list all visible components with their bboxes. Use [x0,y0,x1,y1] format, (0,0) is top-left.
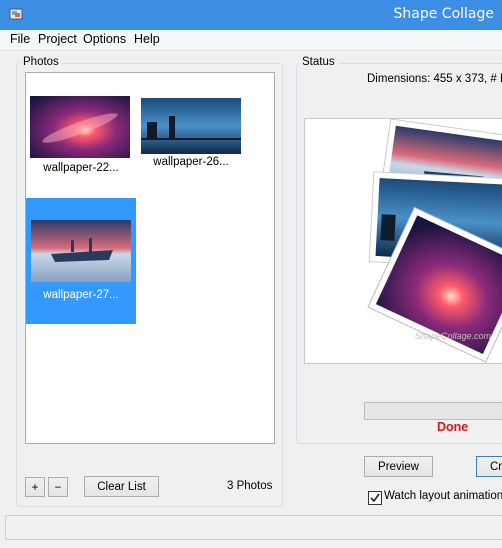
remove-photo-button[interactable]: − [48,477,68,497]
status-bar [5,515,502,540]
window-title: Shape Collage [393,6,495,22]
photos-group-label: Photos [20,56,62,68]
add-photo-button[interactable]: + [25,477,45,497]
menu-file[interactable]: File [10,32,30,46]
photo-caption: wallpaper-26... [153,156,229,168]
checkmark-icon [370,493,380,503]
photo-caption: wallpaper-22... [43,162,119,174]
collage-image [367,119,502,363]
status-done-text: Done [437,420,469,434]
photo-caption: wallpaper-27... [43,289,119,301]
menu-project[interactable]: Project [38,32,77,46]
menu-bar: File Project Options Help [0,30,502,51]
photo-item[interactable]: wallpaper-26... [136,88,246,178]
title-bar[interactable]: Shape Collage [0,0,502,30]
photo-item[interactable]: wallpaper-22... [26,88,136,178]
dimensions-text: Dimensions: 455 x 373, # Ph [367,73,502,85]
photos-list[interactable]: wallpaper-22... wallpaper-26... wallpape… [25,72,275,444]
watch-animation-label: Watch layout animation [384,490,502,502]
photo-thumbnail [141,98,241,154]
watch-animation-checkbox[interactable] [368,491,382,505]
menu-help[interactable]: Help [134,32,160,46]
photo-thumbnail [30,96,130,158]
watermark-text: ShapeCollage.com [415,331,492,341]
preview-button[interactable]: Preview [364,456,433,477]
clear-list-button[interactable]: Clear List [84,476,159,497]
app-icon [9,8,23,20]
photo-item-selected[interactable]: wallpaper-27... [26,198,136,324]
photo-count: 3 Photos [227,480,273,492]
collage-preview: ShapeCollage.com [304,118,502,364]
photo-thumbnail [31,220,131,282]
menu-options[interactable]: Options [83,32,126,46]
status-group-label: Status [299,56,338,68]
progress-bar [364,402,502,420]
create-button[interactable]: Cr [476,456,502,477]
